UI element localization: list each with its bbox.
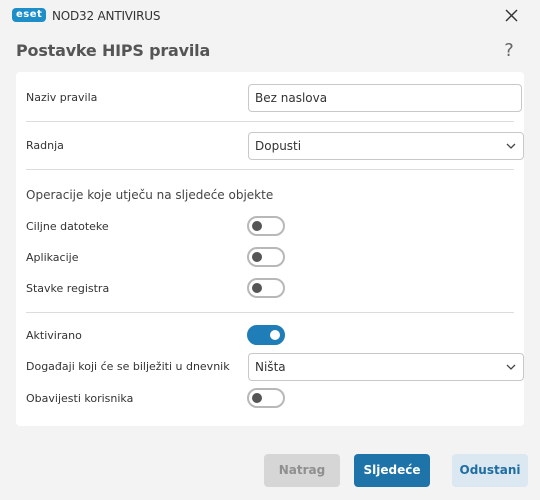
registry-row: Stavke registra bbox=[26, 278, 514, 298]
next-button[interactable]: Sljedeće bbox=[354, 454, 430, 487]
help-button[interactable]: ? bbox=[500, 40, 518, 62]
toggle-knob bbox=[252, 221, 262, 231]
registry-toggle[interactable] bbox=[247, 278, 285, 298]
eset-logo: eset bbox=[12, 8, 47, 22]
log-events-row: Događaji koji će se bilježiti u dnevnik … bbox=[26, 353, 524, 381]
toggle-knob bbox=[252, 252, 262, 262]
applications-label: Aplikacije bbox=[26, 251, 79, 264]
enabled-label: Aktivirano bbox=[26, 329, 82, 342]
applications-row: Aplikacije bbox=[26, 247, 514, 267]
title-bar: eset NOD32 ANTIVIRUS bbox=[0, 0, 540, 32]
divider bbox=[26, 169, 514, 170]
divider bbox=[26, 121, 514, 122]
log-events-select[interactable]: Ništa bbox=[248, 353, 524, 381]
notify-user-label: Obavijesti korisnika bbox=[26, 392, 134, 405]
enabled-toggle[interactable] bbox=[247, 325, 285, 345]
rule-name-label: Naziv pravila bbox=[26, 91, 98, 104]
toggle-knob bbox=[270, 330, 280, 340]
toggle-knob bbox=[252, 393, 262, 403]
close-button[interactable] bbox=[502, 6, 522, 26]
settings-panel: Naziv pravila Bez naslova Radnja Dopusti… bbox=[16, 72, 524, 426]
chevron-down-icon bbox=[506, 364, 516, 370]
registry-label: Stavke registra bbox=[26, 282, 110, 295]
app-title: NOD32 ANTIVIRUS bbox=[52, 9, 161, 23]
back-button[interactable]: Natrag bbox=[264, 454, 340, 487]
notify-user-toggle[interactable] bbox=[247, 388, 285, 408]
chevron-down-icon bbox=[506, 143, 516, 149]
operations-heading: Operacije koje utječu na sljedeće objekt… bbox=[26, 188, 274, 202]
rule-name-row: Naziv pravila Bez naslova bbox=[26, 84, 522, 112]
action-label: Radnja bbox=[26, 139, 64, 152]
divider bbox=[26, 312, 514, 313]
close-icon bbox=[505, 9, 518, 22]
cancel-button[interactable]: Odustani bbox=[452, 454, 528, 487]
applications-toggle[interactable] bbox=[247, 247, 285, 267]
enabled-row: Aktivirano bbox=[26, 325, 514, 345]
action-row: Radnja Dopusti bbox=[26, 132, 524, 160]
notify-user-row: Obavijesti korisnika bbox=[26, 388, 514, 408]
action-select[interactable]: Dopusti bbox=[248, 132, 524, 160]
log-events-select-value: Ništa bbox=[255, 360, 286, 374]
action-select-value: Dopusti bbox=[255, 139, 302, 153]
log-events-label: Događaji koji će se bilježiti u dnevnik bbox=[26, 360, 230, 373]
target-files-label: Ciljne datoteke bbox=[26, 220, 109, 233]
target-files-toggle[interactable] bbox=[247, 216, 285, 236]
toggle-knob bbox=[252, 283, 262, 293]
rule-name-input[interactable]: Bez naslova bbox=[248, 84, 522, 112]
dialog-title: Postavke HIPS pravila bbox=[16, 41, 211, 60]
target-files-row: Ciljne datoteke bbox=[26, 216, 514, 236]
